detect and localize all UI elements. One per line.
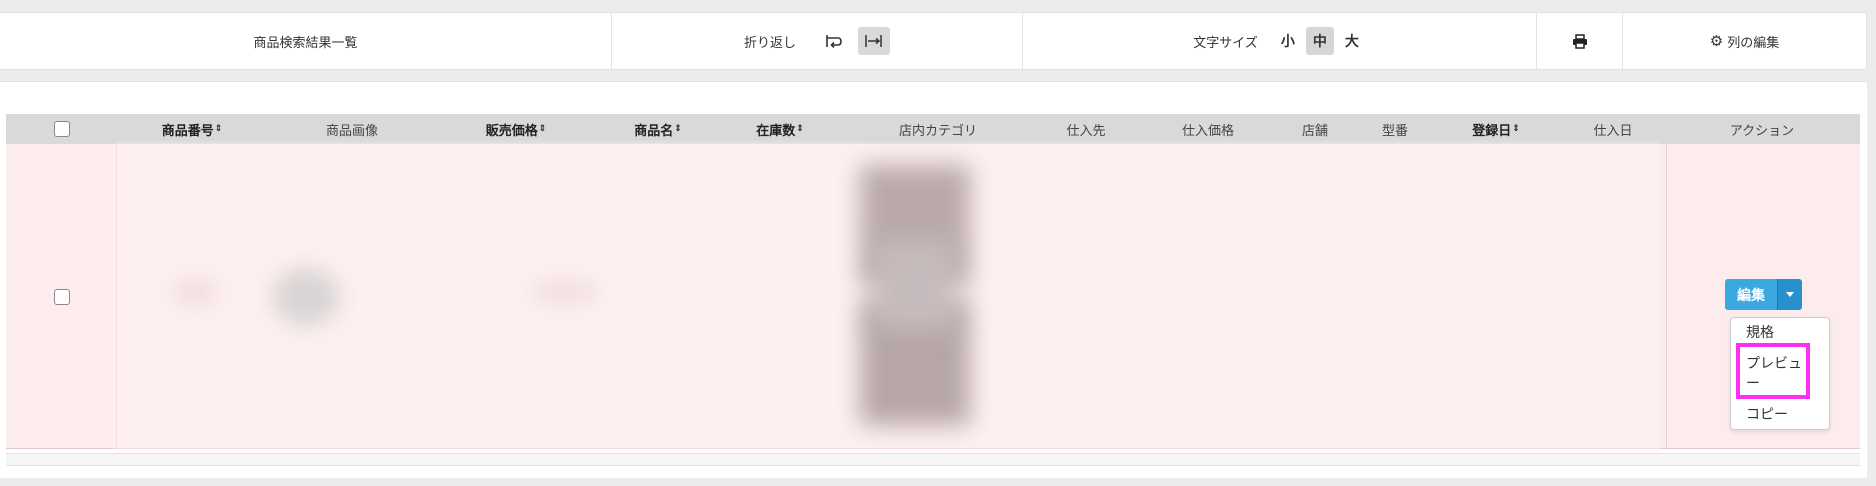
- row-checkbox[interactable]: [54, 289, 70, 305]
- print-section: [1537, 13, 1623, 69]
- blurred-product-number: [172, 278, 218, 306]
- annotation-highlight-box: [1736, 343, 1810, 399]
- select-all-checkbox[interactable]: [54, 121, 70, 137]
- col-header-product-image: 商品画像: [325, 123, 379, 139]
- col-header-registered-date[interactable]: 登録日 ⇕: [1472, 114, 1520, 144]
- menu-item-spec[interactable]: 規格: [1746, 322, 1774, 342]
- edit-columns-section: ⚙ 列の編集: [1623, 13, 1866, 69]
- col-header-purchase-price: 仕入価格: [1181, 123, 1235, 139]
- toolbar-title-section: 商品検索結果一覧: [0, 13, 612, 69]
- menu-item-copy[interactable]: コピー: [1746, 404, 1788, 424]
- table-header: 商品番号 ⇕ 商品画像 販売価格 ⇕ 商品名 ⇕ 在庫数 ⇕ 店内カテゴリ 仕入先 仕入…: [6, 114, 1860, 144]
- table-footer-scrollbar[interactable]: [6, 453, 1860, 466]
- size-large-button[interactable]: 大: [1338, 27, 1366, 55]
- sort-icon: ⇕: [796, 124, 804, 134]
- edit-dropdown-toggle[interactable]: [1777, 279, 1802, 310]
- blurred-product-image: [272, 268, 340, 326]
- print-icon: [1572, 33, 1587, 49]
- caret-down-icon: [1786, 292, 1794, 297]
- text-size-section: 文字サイズ 小 中 大: [1023, 13, 1537, 69]
- col-header-store: 店舗: [1301, 123, 1329, 139]
- col-header-product-number[interactable]: 商品番号 ⇕: [162, 114, 223, 144]
- sort-icon: ⇕: [214, 124, 223, 134]
- print-button[interactable]: [1572, 33, 1588, 49]
- edit-columns-button[interactable]: ⚙ 列の編集: [1710, 32, 1779, 51]
- wrap-on-button[interactable]: [818, 27, 850, 55]
- no-wrap-icon: [865, 35, 882, 47]
- col-header-model: 型番: [1381, 123, 1409, 139]
- wrap-label: 折り返し: [743, 35, 796, 51]
- size-small-button[interactable]: 小: [1274, 27, 1302, 55]
- wrap-off-button[interactable]: [858, 27, 890, 55]
- results-title: 商品検索結果一覧: [253, 35, 358, 51]
- gear-icon: ⚙: [1709, 32, 1724, 50]
- blurred-price: [530, 280, 600, 304]
- wrap-section: 折り返し: [612, 13, 1023, 69]
- sort-icon: ⇕: [1512, 124, 1520, 134]
- col-header-category: 店内カテゴリ: [898, 123, 978, 139]
- cell-divider: [1666, 144, 1667, 448]
- sort-icon: ⇕: [538, 124, 547, 134]
- size-medium-button[interactable]: 中: [1305, 27, 1334, 55]
- col-header-stock[interactable]: 在庫数 ⇕: [756, 114, 804, 144]
- col-header-supplier: 仕入先: [1066, 123, 1106, 139]
- col-header-product-name[interactable]: 商品名 ⇕: [634, 114, 682, 144]
- edit-button-group: 編集: [1725, 279, 1802, 310]
- col-header-action: アクション: [1729, 123, 1795, 139]
- edit-columns-label: 列の編集: [1727, 35, 1780, 51]
- wrap-text-icon: [826, 35, 842, 48]
- edit-button[interactable]: 編集: [1725, 279, 1777, 310]
- text-size-label: 文字サイズ: [1193, 35, 1258, 51]
- result-toolbar: 商品検索結果一覧 折り返し 文字サイズ 小 中 大 ⚙ 列の編集: [0, 12, 1867, 70]
- col-header-purchase-date: 仕入日: [1593, 123, 1633, 139]
- blurred-category-image: [874, 240, 954, 330]
- sort-icon: ⇕: [674, 124, 682, 134]
- col-header-price[interactable]: 販売価格 ⇕: [486, 114, 547, 144]
